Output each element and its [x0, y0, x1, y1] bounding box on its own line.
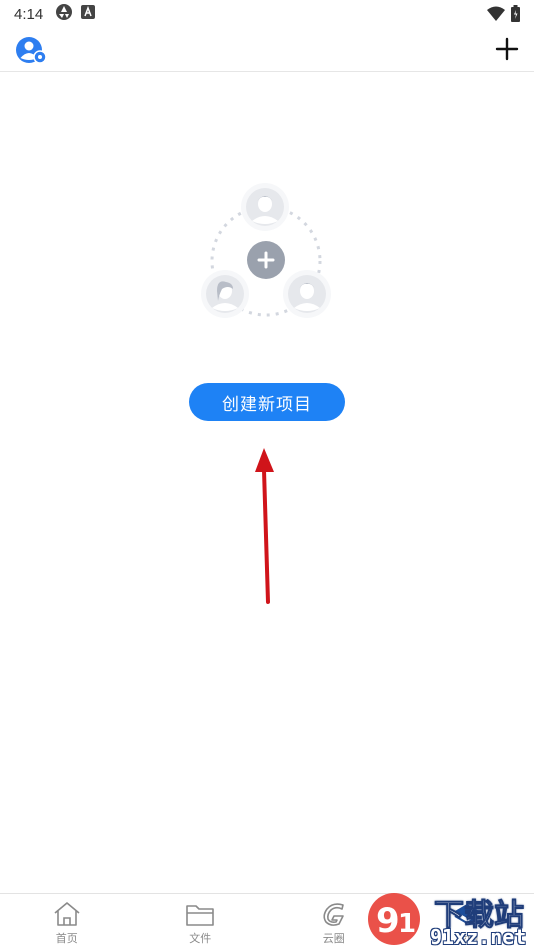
nav-item-home[interactable]: 首页 [0, 894, 134, 950]
status-icons-left [55, 3, 96, 26]
plus-icon [495, 37, 519, 61]
user-profile-icon [16, 37, 47, 64]
cloud-circle-icon [323, 903, 344, 926]
watermark-url: 91xz.net [430, 925, 527, 949]
svg-text:9: 9 [376, 901, 400, 941]
nav-label-files: 文件 [189, 933, 212, 945]
annotation-arrow-icon [248, 440, 282, 610]
font-a-icon [81, 4, 96, 24]
add-button[interactable] [494, 36, 520, 62]
team-members-add-icon [200, 183, 334, 319]
create-project-button[interactable]: 创建新项目 [189, 383, 345, 421]
app-screen: 4:14 创建新项目 首页 文件 云圈 我的 9 1 下载站 91xz.net [0, 0, 534, 950]
home-icon [54, 902, 80, 926]
svg-text:1: 1 [398, 909, 416, 939]
battery-icon [511, 5, 520, 27]
nav-item-files[interactable]: 文件 [134, 894, 268, 950]
status-icons-right [487, 5, 520, 27]
nav-label-cloud-circle: 云圈 [322, 933, 345, 945]
folder-icon [186, 905, 215, 926]
app-header [0, 28, 534, 72]
app-notification-icon [55, 3, 73, 26]
status-bar: 4:14 [0, 0, 534, 28]
nav-label-home: 首页 [55, 933, 78, 945]
wifi-icon [487, 6, 505, 26]
user-profile-button[interactable] [14, 36, 48, 66]
status-time: 4:14 [14, 5, 44, 23]
